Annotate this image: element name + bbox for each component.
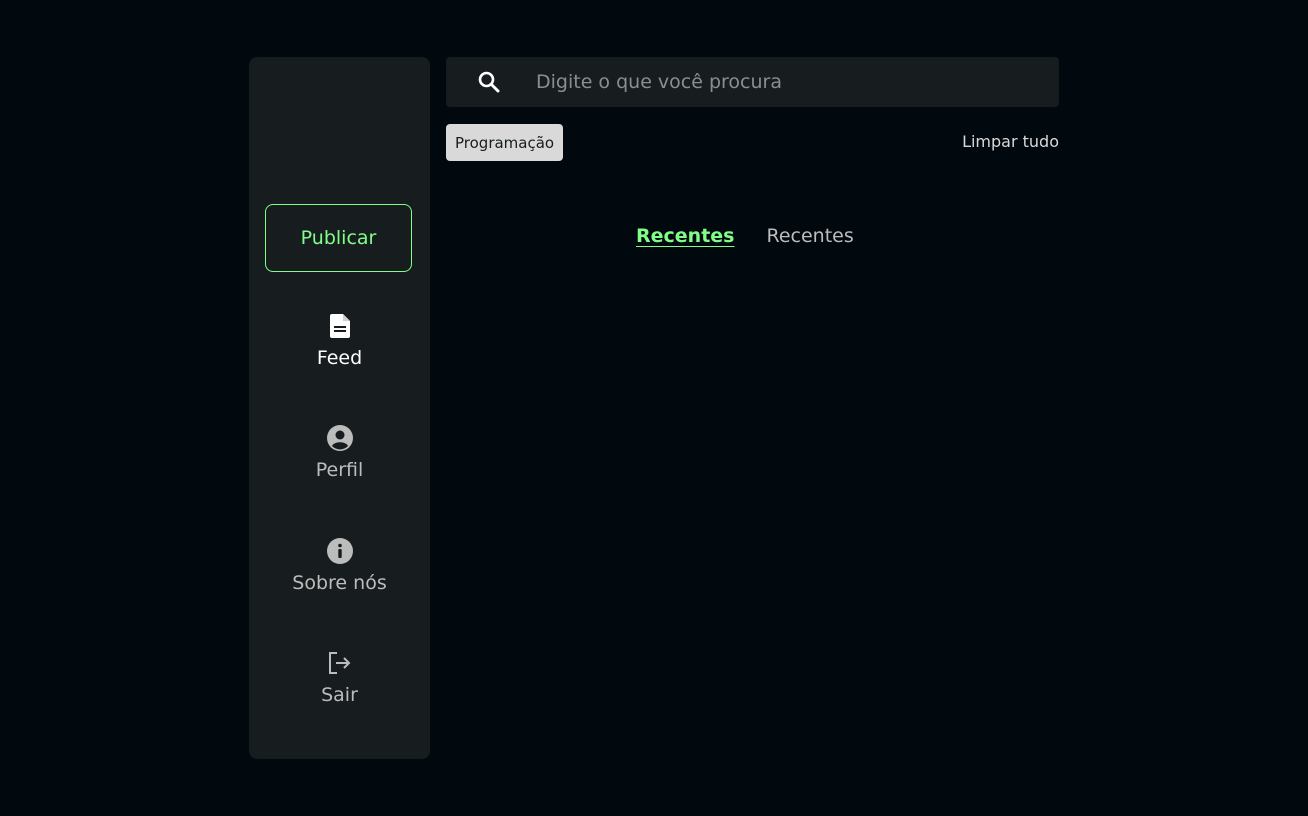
sidebar-item-sobre-nos[interactable]: Sobre nós [249, 538, 430, 594]
publish-button[interactable]: Publicar [265, 204, 412, 272]
tab-recentes-active[interactable]: Recentes [636, 225, 734, 247]
info-icon [326, 538, 353, 564]
search-bar [446, 57, 1059, 107]
sidebar-item-label: Sair [321, 684, 358, 706]
sidebar: Publicar Feed Perfil Sobre nós Sair [249, 57, 430, 759]
clear-all-button[interactable]: Limpar tudo [962, 132, 1059, 151]
sidebar-item-perfil[interactable]: Perfil [249, 425, 430, 481]
search-icon[interactable] [478, 71, 500, 93]
logout-icon [327, 650, 353, 676]
user-circle-icon [326, 425, 353, 451]
search-input[interactable] [536, 57, 1036, 107]
sidebar-item-label: Perfil [315, 459, 364, 481]
sidebar-item-feed[interactable]: Feed [249, 313, 430, 369]
sidebar-item-sair[interactable]: Sair [249, 650, 430, 706]
document-icon [327, 313, 353, 339]
feed-tabs: Recentes Recentes [636, 225, 854, 247]
tab-recentes[interactable]: Recentes [766, 225, 853, 247]
sidebar-item-label: Feed [316, 347, 363, 369]
sidebar-item-label: Sobre nós [292, 572, 387, 594]
filter-tag[interactable]: Programação [446, 124, 564, 161]
